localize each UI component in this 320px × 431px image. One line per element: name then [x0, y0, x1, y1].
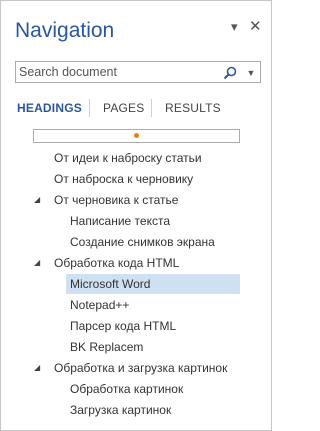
heading-item[interactable]: Загрузка картинок — [70, 400, 171, 420]
tab-divider — [151, 99, 152, 117]
heading-item[interactable]: От идеи к наброску статьи — [54, 148, 202, 168]
heading-item[interactable]: Обработка картинок — [70, 379, 183, 399]
heading-item[interactable]: BK Replacem — [70, 337, 143, 357]
heading-item[interactable]: Microsoft Word — [66, 274, 240, 294]
collapse-arrow-icon[interactable]: ◢ — [34, 358, 44, 378]
search-progress-bar — [33, 129, 240, 143]
collapse-arrow-icon[interactable]: ◢ — [34, 253, 44, 273]
progress-indicator-dot — [134, 133, 139, 138]
tab-pages[interactable]: PAGES — [103, 101, 144, 115]
pane-title: Navigation — [15, 19, 115, 42]
heading-item[interactable]: Написание текста — [70, 211, 170, 231]
search-options-chevron-icon[interactable]: ▼ — [244, 65, 258, 81]
heading-item[interactable]: От черновика к статье — [54, 190, 178, 210]
navigation-pane: Navigation ▾ ✕ ▼ HEADINGS PAGES RESULTS … — [0, 0, 272, 431]
heading-item[interactable]: Парсер кода HTML — [70, 316, 176, 336]
heading-item[interactable]: Notepad++ — [70, 295, 129, 315]
pane-options-dropdown-icon[interactable]: ▾ — [231, 19, 238, 35]
search-box: ▼ — [15, 61, 261, 83]
tab-headings[interactable]: HEADINGS — [17, 101, 82, 115]
close-pane-icon[interactable]: ✕ — [249, 19, 262, 35]
tab-results[interactable]: RESULTS — [165, 101, 221, 115]
heading-item[interactable]: Обработка и загрузка картинок — [54, 358, 227, 378]
heading-item[interactable]: От наброска к черновику — [54, 169, 193, 189]
tab-divider — [89, 99, 90, 117]
collapse-arrow-icon[interactable]: ◢ — [34, 190, 44, 210]
search-icon[interactable] — [222, 65, 238, 81]
heading-item[interactable]: Обработка кода HTML — [54, 253, 179, 273]
heading-item[interactable]: Создание снимков экрана — [70, 232, 215, 252]
search-input[interactable] — [19, 64, 219, 80]
